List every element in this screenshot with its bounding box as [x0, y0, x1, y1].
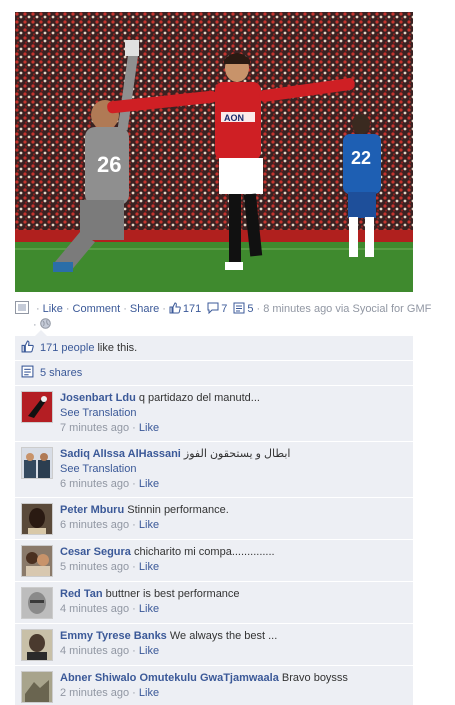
svg-text:AON: AON [224, 113, 244, 123]
comment-item: Abner Shiwalo Omutekulu GwaTjamwaala Bra… [15, 666, 413, 705]
post-photo[interactable]: 26 AON 22 [15, 12, 413, 292]
comment-link[interactable]: Comment [73, 303, 121, 315]
share-icon [21, 365, 34, 381]
thumbs-up-icon [21, 340, 34, 356]
comment-like-link[interactable]: Like [139, 519, 159, 531]
svg-text:26: 26 [97, 152, 121, 177]
comment-item: Red Tan buttner is best performance 4 mi… [15, 582, 413, 624]
comment-item: Peter Mburu Stinnin performance. 6 minut… [15, 498, 413, 540]
share-count[interactable]: 5 [247, 303, 253, 315]
dot-separator: · [65, 303, 70, 315]
comment-like-link[interactable]: Like [139, 422, 159, 434]
page-icon [15, 301, 29, 317]
comment-text: q partidazo del manutd... [138, 392, 260, 404]
avatar[interactable] [21, 545, 53, 577]
comment-author[interactable]: Emmy Tyrese Banks [60, 630, 167, 642]
comment-timestamp[interactable]: 4 minutes ago [60, 645, 129, 657]
see-translation-link[interactable]: See Translation [60, 462, 407, 477]
comment-timestamp[interactable]: 4 minutes ago [60, 603, 129, 615]
comment-item: Josenbart Ldu q partidazo del manutd... … [15, 386, 413, 442]
panel-caret [35, 330, 47, 336]
avatar[interactable] [21, 503, 53, 535]
comment-timestamp[interactable]: 6 minutes ago [60, 478, 129, 490]
comment-count[interactable]: 7 [221, 303, 227, 315]
comment-author[interactable]: Josenbart Ldu [60, 392, 136, 404]
comment-text: Bravo boysss [281, 672, 348, 684]
likes-suffix-text: like this. [97, 342, 138, 354]
likes-summary-row: 171 people like this. [15, 336, 413, 361]
comment-item: Cesar Segura chicharito mi compa........… [15, 540, 413, 582]
comment-item: Sadiq AlIssa AlHassani ابطال و يستحقون ا… [15, 442, 413, 498]
avatar[interactable] [21, 447, 53, 479]
share-link[interactable]: Share [130, 303, 159, 315]
avatar[interactable] [21, 587, 53, 619]
comment-timestamp[interactable]: 6 minutes ago [60, 519, 129, 531]
post-timestamp[interactable]: 8 minutes ago via Syocial for GMF [263, 303, 431, 315]
thumbs-up-icon [169, 301, 181, 317]
comment-like-link[interactable]: Like [139, 561, 159, 573]
dot-separator: · [256, 303, 261, 315]
like-count[interactable]: 171 [183, 303, 201, 315]
post-action-bar: · Like · Comment · Share · 171 7 5 · 8 m… [15, 301, 445, 317]
svg-text:22: 22 [351, 148, 371, 168]
comment-author[interactable]: Cesar Segura [60, 546, 131, 558]
likes-people-link[interactable]: 171 people [40, 342, 94, 354]
shares-summary-row: 5 shares [15, 361, 413, 386]
dot-separator: · [36, 303, 40, 315]
comment-like-link[interactable]: Like [139, 478, 159, 490]
feedback-panel: 171 people like this. 5 shares Josenbart… [15, 330, 413, 705]
comment-item: Emmy Tyrese Banks We always the best ...… [15, 624, 413, 666]
comment-text: Stinnin performance. [127, 504, 229, 516]
comment-like-link[interactable]: Like [139, 603, 159, 615]
comment-timestamp[interactable]: 5 minutes ago [60, 561, 129, 573]
comment-text: chicharito mi compa.............. [134, 546, 275, 558]
see-translation-link[interactable]: See Translation [60, 406, 407, 421]
comment-text: buttner is best performance [105, 588, 240, 600]
avatar[interactable] [21, 671, 53, 703]
dot-separator: · [162, 303, 166, 315]
comment-text: ابطال و يستحقون الفوز [183, 448, 291, 460]
comment-author[interactable]: Red Tan [60, 588, 103, 600]
share-icon [233, 302, 245, 317]
comment-text: We always the best ... [169, 630, 278, 642]
comment-timestamp[interactable]: 7 minutes ago [60, 422, 129, 434]
football-celebration-image: 26 AON 22 [15, 12, 413, 292]
avatar[interactable] [21, 391, 53, 423]
comment-author[interactable]: Peter Mburu [60, 504, 124, 516]
comment-bubble-icon [207, 302, 219, 317]
like-link[interactable]: Like [43, 303, 63, 315]
comment-like-link[interactable]: Like [139, 645, 159, 657]
avatar[interactable] [21, 629, 53, 661]
dot-separator: · [123, 303, 127, 315]
comment-timestamp[interactable]: 2 minutes ago [60, 687, 129, 699]
comment-author[interactable]: Sadiq AlIssa AlHassani [60, 448, 181, 460]
comment-like-link[interactable]: Like [139, 687, 159, 699]
comment-author[interactable]: Abner Shiwalo Omutekulu GwaTjamwaala [60, 672, 279, 684]
shares-link[interactable]: 5 shares [40, 367, 82, 379]
